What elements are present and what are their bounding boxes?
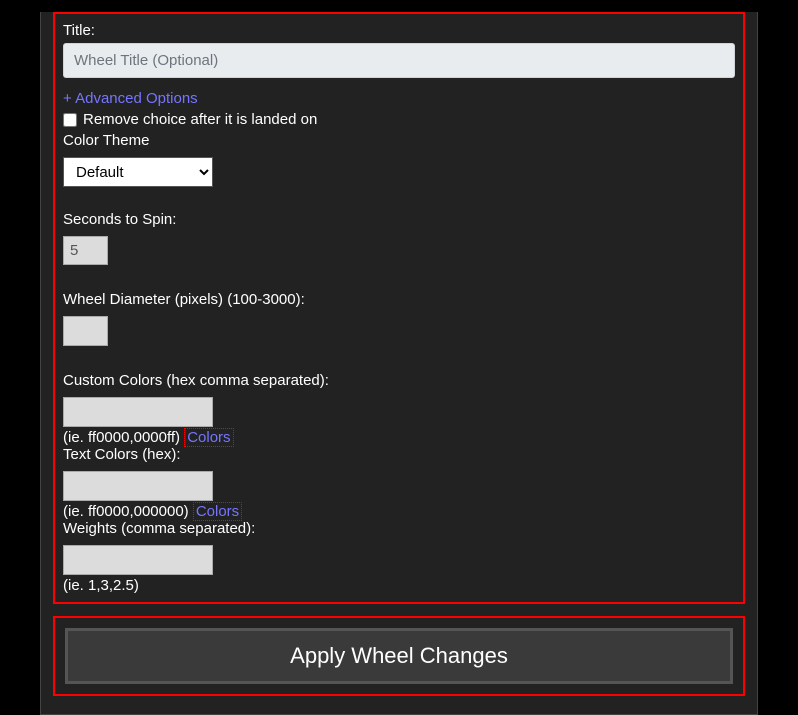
remove-choice-label: Remove choice after it is landed on [83,111,317,128]
seconds-label: Seconds to Spin: [63,211,735,228]
custom-colors-hint-text: (ie. ff0000,0000ff) [63,429,184,446]
seconds-input[interactable] [63,236,108,265]
form-section: Title: + Advanced Options Remove choice … [53,12,745,604]
seconds-group: Seconds to Spin: [63,211,735,265]
color-theme-select[interactable]: Default [63,157,213,187]
title-input[interactable] [63,43,735,78]
text-colors-hint: (ie. ff0000,000000) Colors [63,503,735,520]
text-colors-link[interactable]: Colors [193,502,242,521]
remove-choice-row: Remove choice after it is landed on [63,111,735,128]
text-colors-label: Text Colors (hex): [63,446,735,463]
custom-colors-input[interactable] [63,397,213,427]
custom-colors-link[interactable]: Colors [184,428,233,447]
remove-choice-checkbox[interactable] [63,113,77,127]
diameter-label: Wheel Diameter (pixels) (100-3000): [63,291,735,308]
custom-colors-hint: (ie. ff0000,0000ff) Colors [63,429,735,446]
weights-label: Weights (comma separated): [63,520,735,537]
weights-input[interactable] [63,545,213,575]
text-colors-group: Text Colors (hex): (ie. ff0000,000000) C… [63,446,735,520]
apply-wheel-changes-button[interactable]: Apply Wheel Changes [65,628,733,684]
text-colors-hint-text: (ie. ff0000,000000) [63,503,193,520]
advanced-options-link[interactable]: + Advanced Options [63,90,198,107]
text-colors-input[interactable] [63,471,213,501]
color-theme-label: Color Theme [63,132,735,149]
title-label: Title: [63,22,735,39]
button-section: Apply Wheel Changes [53,616,745,696]
weights-hint: (ie. 1,3,2.5) [63,577,735,594]
custom-colors-group: Custom Colors (hex comma separated): (ie… [63,372,735,446]
diameter-group: Wheel Diameter (pixels) (100-3000): [63,291,735,346]
diameter-input[interactable] [63,316,108,346]
custom-colors-label: Custom Colors (hex comma separated): [63,372,735,389]
settings-container: Title: + Advanced Options Remove choice … [40,12,758,715]
weights-group: Weights (comma separated): (ie. 1,3,2.5) [63,520,735,594]
